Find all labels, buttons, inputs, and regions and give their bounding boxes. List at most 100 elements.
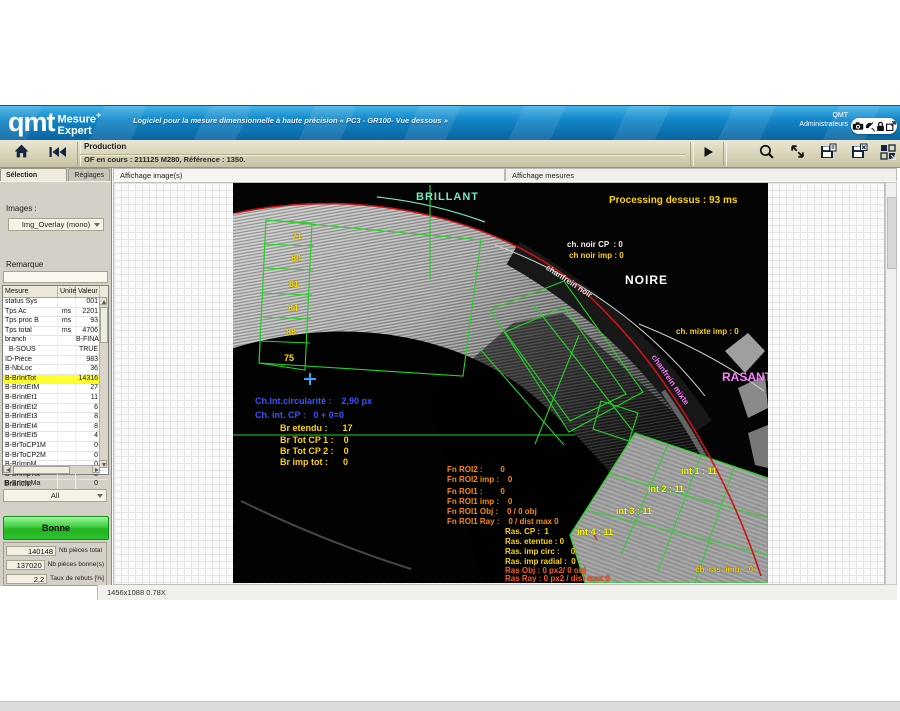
image-select[interactable]: Img_Overlay (mono) bbox=[8, 218, 104, 231]
overlay-label: 71 bbox=[292, 231, 302, 241]
overlay-label: Br etendu : 17 bbox=[280, 423, 353, 433]
camera-icon[interactable] bbox=[852, 121, 864, 131]
table-cell: B-BrToCP2M bbox=[3, 452, 58, 461]
table-row[interactable]: B-NbLoc36 bbox=[3, 365, 108, 375]
image-status-bar: 1456x1088 0.78X bbox=[97, 585, 897, 600]
home-button[interactable] bbox=[6, 141, 36, 167]
table-cell bbox=[58, 442, 76, 451]
table-row[interactable]: B-BrIntEt38 bbox=[3, 413, 108, 423]
table-cell: 27 bbox=[76, 384, 100, 393]
table-cell bbox=[58, 346, 76, 355]
overlay-label: ch noir imp : 0 bbox=[569, 251, 624, 260]
antenna-icon[interactable] bbox=[864, 121, 875, 132]
logo-subtext: Mesure+ Expert bbox=[58, 110, 102, 137]
stat-value: 140148 bbox=[6, 546, 56, 556]
user-role: Administrateurs bbox=[799, 120, 848, 129]
table-row[interactable]: B-BrIntEtM27 bbox=[3, 384, 108, 394]
user-info: QMT Administrateurs bbox=[799, 111, 848, 129]
table-cell: TRUE bbox=[76, 346, 100, 355]
table-row[interactable]: B-BrIntEt54 bbox=[3, 432, 108, 442]
table-row[interactable]: status Sys001 bbox=[3, 298, 108, 308]
table-cell: B-SOUS bbox=[3, 346, 58, 355]
col-header-unite[interactable]: Unité bbox=[58, 286, 76, 297]
home-icon bbox=[13, 143, 30, 165]
overlay-label: Fn ROI2 : 0 bbox=[447, 465, 505, 474]
window-layout-icon bbox=[879, 143, 897, 166]
table-row[interactable]: B-BrToCP2M0 bbox=[3, 452, 108, 462]
sidebar-tab[interactable]: Sélection d'image bbox=[0, 168, 67, 182]
stat-label: Nb pièces total bbox=[59, 547, 102, 554]
table-cell bbox=[58, 432, 76, 441]
overlay-label: ch. ras. imp. : 0 bbox=[695, 565, 753, 574]
table-cell: 2201 bbox=[76, 308, 100, 317]
skip-to-start-button[interactable] bbox=[40, 141, 74, 167]
overlay-label: int 4 : 11 bbox=[577, 527, 613, 537]
window-layout-button[interactable] bbox=[876, 141, 900, 167]
table-vertical-scrollbar[interactable] bbox=[99, 297, 108, 468]
overlay-label: Ras Ray : 0 px2 / dist max 0 bbox=[505, 574, 610, 583]
table-cell: B-BrIntEt1 bbox=[3, 394, 58, 403]
table-row[interactable]: Tps totalms4706 bbox=[3, 327, 108, 337]
table-row[interactable]: B-BrToCP1M0 bbox=[3, 442, 108, 452]
lock-icon[interactable] bbox=[876, 121, 885, 132]
overlay-label: NOIRE bbox=[625, 273, 668, 287]
fit-screen-icon bbox=[789, 143, 806, 165]
scrollbar-thumb[interactable] bbox=[887, 197, 897, 269]
overlay-label: Ras. imp circ : 0 bbox=[505, 547, 575, 556]
table-horizontal-scrollbar[interactable] bbox=[3, 465, 100, 474]
table-cell: B-BrIntEt2 bbox=[3, 404, 58, 413]
bottom-strip bbox=[0, 701, 900, 711]
overlay-label: Fn ROI2 imp : 0 bbox=[447, 475, 512, 484]
fit-screen-button[interactable] bbox=[783, 141, 811, 167]
stat-value: 137020 bbox=[6, 560, 45, 570]
overlay-label: Fn ROI1 Obj : 0 / 0 obj bbox=[447, 507, 537, 516]
table-cell: B-BrIntEt3 bbox=[3, 413, 58, 422]
zoom-button[interactable] bbox=[752, 141, 780, 167]
table-row[interactable]: Tps Acms2201 bbox=[3, 308, 108, 318]
system-tray bbox=[851, 118, 897, 134]
viewport-vertical-scrollbar[interactable] bbox=[885, 182, 897, 585]
table-row[interactable]: B-BrIntTot14316 bbox=[3, 375, 108, 385]
branch-select[interactable]: All bbox=[3, 489, 107, 502]
sidebar-tab[interactable]: Réglages bbox=[68, 168, 110, 182]
table-cell bbox=[58, 365, 76, 374]
table-row[interactable]: B-BrIntEt26 bbox=[3, 404, 108, 414]
overlay-label: Ch.Int.circularité : 2,90 px bbox=[255, 396, 372, 406]
table-cell bbox=[58, 375, 76, 384]
overlay-label: Br imp tot : 0 bbox=[280, 457, 348, 467]
overlay-label: Ras. etentue : 0 bbox=[505, 537, 564, 546]
table-row[interactable]: B-BrIntEt111 bbox=[3, 394, 108, 404]
table-row[interactable]: B-SOUS TRUE bbox=[3, 346, 108, 356]
overlay-label: ch. mixte imp : 0 bbox=[676, 327, 739, 336]
overlay-label: Ch. int. CP : 0 + 0=0 bbox=[255, 410, 344, 420]
status-good-button[interactable]: Bonne bbox=[3, 516, 109, 540]
table-cell: ms bbox=[58, 317, 76, 326]
table-cell bbox=[58, 452, 76, 461]
table-cell: 93 bbox=[76, 317, 100, 326]
overlay-label: int 2 : 11 bbox=[648, 484, 684, 494]
main-tab[interactable]: Affichage image(s) bbox=[113, 168, 505, 181]
stat-row: 2,2Taux de rebuts [%] bbox=[6, 572, 104, 585]
measure-table-header[interactable]: Mesure Unité Valeur bbox=[3, 286, 108, 298]
overlay-label: 88 bbox=[286, 327, 296, 337]
main-tab[interactable]: Affichage mesures bbox=[505, 168, 897, 181]
save-report-button[interactable] bbox=[814, 141, 842, 167]
remark-input[interactable] bbox=[3, 271, 108, 283]
table-cell: Tps Ac bbox=[3, 308, 58, 317]
overlay-label: Ras. CP : 1 bbox=[505, 527, 549, 536]
table-row[interactable]: B-BrIntEt48 bbox=[3, 423, 108, 433]
save-image-icon bbox=[850, 143, 868, 166]
col-header-valeur[interactable]: Valeur bbox=[76, 286, 100, 297]
window-export-icon[interactable] bbox=[885, 121, 896, 132]
table-row[interactable]: ID-Pièce983 bbox=[3, 356, 108, 366]
table-row[interactable]: branchB-FINA bbox=[3, 336, 108, 346]
save-image-button[interactable] bbox=[845, 141, 873, 167]
play-button[interactable] bbox=[695, 141, 721, 167]
images-label: Images : bbox=[6, 204, 37, 213]
col-header-mesure[interactable]: Mesure bbox=[3, 286, 58, 297]
table-cell: 983 bbox=[76, 356, 100, 365]
table-row[interactable]: Tps proc Bms93 bbox=[3, 317, 108, 327]
sidebar: Sélection d'imageRéglages Images : Img_O… bbox=[0, 168, 112, 585]
camera-image[interactable]: BRILLANTProcessing dessus : 93 msch. noi… bbox=[233, 183, 768, 583]
overlay-label: RASANT bbox=[722, 370, 768, 384]
